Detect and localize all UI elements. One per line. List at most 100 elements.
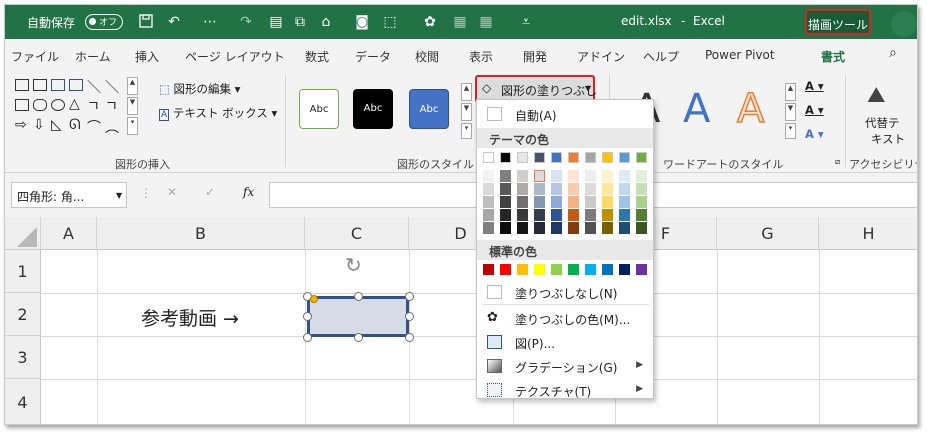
theme-shade-swatch[interactable]: [568, 196, 579, 208]
cancel-icon[interactable]: ✕: [167, 185, 177, 199]
theme-shade-swatch[interactable]: [602, 209, 613, 221]
select-icon[interactable]: ⬚: [381, 13, 399, 31]
column-header-b[interactable]: B: [97, 217, 305, 250]
search-icon[interactable]: ⌕: [889, 45, 897, 61]
gradient-fill-item[interactable]: グラデーション(G) ▶: [477, 354, 653, 378]
tab-view[interactable]: 表示: [469, 48, 493, 65]
alt-text-label-1[interactable]: 代替テ: [865, 115, 900, 131]
theme-color-swatch[interactable]: [602, 152, 613, 163]
theme-shade-swatch[interactable]: [568, 222, 579, 234]
theme-color-swatch[interactable]: [551, 152, 562, 163]
wordart-expand[interactable]: ▾: [785, 123, 796, 139]
cell-b2[interactable]: 参考動画 →: [141, 304, 239, 331]
resize-handle[interactable]: [405, 292, 414, 301]
standard-color-swatch[interactable]: [534, 264, 545, 275]
theme-shade-swatch[interactable]: [500, 170, 511, 182]
theme-shade-swatch[interactable]: [517, 170, 528, 182]
camera-icon[interactable]: ◙: [353, 13, 371, 31]
theme-shade-swatch[interactable]: [636, 183, 647, 195]
oval-icon[interactable]: [51, 99, 65, 111]
tab-page-layout[interactable]: ページ レイアウト: [185, 48, 285, 65]
theme-shade-swatch[interactable]: [534, 209, 545, 221]
rectangle-shape-icon[interactable]: [15, 99, 29, 111]
shape-style-outline[interactable]: Abc: [299, 89, 339, 129]
theme-shade-swatch[interactable]: [636, 209, 647, 221]
theme-shade-swatch[interactable]: [534, 196, 545, 208]
theme-shade-swatch[interactable]: [483, 196, 494, 208]
theme-shade-swatch[interactable]: [585, 196, 596, 208]
right-arrow-icon[interactable]: ⇨: [15, 117, 27, 133]
theme-shade-swatch[interactable]: [551, 209, 562, 221]
textbox-shape-icon[interactable]: [51, 79, 65, 91]
theme-color-swatch[interactable]: [585, 152, 596, 163]
theme-shade-swatch[interactable]: [619, 170, 630, 182]
palette-icon[interactable]: ✿: [421, 13, 439, 31]
resize-handle[interactable]: [405, 312, 414, 321]
theme-shade-swatch[interactable]: [534, 170, 545, 182]
tab-review[interactable]: 校閲: [415, 48, 439, 65]
standard-color-swatch[interactable]: [551, 264, 562, 275]
drag-handle-icon[interactable]: ⋮: [140, 186, 152, 200]
resize-handle[interactable]: [303, 333, 312, 342]
curve-icon[interactable]: ᘏ: [69, 117, 81, 133]
customize-qat-icon[interactable]: ⩡: [517, 13, 535, 31]
elbow-connector-icon[interactable]: ㄱ: [87, 96, 100, 116]
wordart-style-blue[interactable]: A: [683, 87, 710, 131]
autosave-toggle[interactable]: オフ: [85, 14, 123, 30]
row-header-3[interactable]: 3: [5, 336, 41, 379]
arrow-line-icon[interactable]: ＼: [105, 77, 119, 97]
triangle-icon[interactable]: △: [69, 96, 80, 112]
tab-developer[interactable]: 開発: [523, 48, 547, 65]
standard-color-swatch[interactable]: [483, 264, 494, 275]
avatar[interactable]: [891, 11, 917, 37]
theme-color-swatch[interactable]: [534, 152, 545, 163]
theme-shade-swatch[interactable]: [483, 183, 494, 195]
theme-shade-swatch[interactable]: [636, 196, 647, 208]
theme-shade-swatch[interactable]: [483, 222, 494, 234]
wordart-scroll-up[interactable]: ▲: [785, 83, 796, 101]
column-header-g[interactable]: G: [717, 217, 819, 250]
drawing-tools-contextual-tab[interactable]: 描画ツール: [805, 9, 871, 35]
theme-shade-swatch[interactable]: [517, 183, 528, 195]
alt-text-icon[interactable]: ⛰: [867, 83, 885, 108]
share-icon[interactable]: ⧉: [291, 13, 309, 31]
theme-shade-swatch[interactable]: [500, 222, 511, 234]
gallery-scroll-up[interactable]: ▲: [127, 77, 138, 95]
theme-shade-swatch[interactable]: [500, 209, 511, 221]
theme-shade-swatch[interactable]: [619, 196, 630, 208]
standard-color-swatch[interactable]: [517, 264, 528, 275]
standard-color-swatch[interactable]: [636, 264, 647, 275]
tab-data[interactable]: データ: [355, 48, 391, 65]
theme-shade-swatch[interactable]: [619, 209, 630, 221]
selected-rectangle-shape[interactable]: [307, 296, 409, 337]
standard-color-swatch[interactable]: [568, 264, 579, 275]
select-all-corner[interactable]: [5, 217, 41, 250]
theme-color-swatch[interactable]: [500, 152, 511, 163]
text-effects-button[interactable]: A ▾: [805, 127, 824, 141]
grid-icon[interactable]: ▦: [477, 13, 495, 31]
standard-color-swatch[interactable]: [602, 264, 613, 275]
theme-shade-swatch[interactable]: [585, 183, 596, 195]
wordart-style-orange-outline[interactable]: A: [736, 86, 765, 132]
theme-color-swatch[interactable]: [568, 152, 579, 163]
textbox-shape-icon[interactable]: [33, 79, 47, 91]
theme-shade-swatch[interactable]: [551, 222, 562, 234]
theme-shade-swatch[interactable]: [585, 170, 596, 182]
column-header-a[interactable]: A: [41, 217, 97, 250]
theme-shade-swatch[interactable]: [551, 196, 562, 208]
freeform-icon[interactable]: ◺: [51, 117, 62, 133]
resize-handle[interactable]: [303, 312, 312, 321]
theme-shade-swatch[interactable]: [602, 222, 613, 234]
theme-shade-swatch[interactable]: [500, 196, 511, 208]
textbox-shape-icon[interactable]: [15, 79, 29, 91]
save-icon[interactable]: [137, 13, 155, 31]
text-fill-button[interactable]: A ▾: [805, 79, 824, 93]
theme-shade-swatch[interactable]: [585, 209, 596, 221]
line-icon[interactable]: ＼: [87, 77, 101, 97]
standard-color-swatch[interactable]: [619, 264, 630, 275]
tab-home[interactable]: ホーム: [75, 48, 111, 65]
no-fill-item[interactable]: 塗りつぶしなし(N): [477, 280, 653, 304]
theme-shade-swatch[interactable]: [619, 183, 630, 195]
theme-shade-swatch[interactable]: [568, 183, 579, 195]
row-header-1[interactable]: 1: [5, 250, 41, 293]
